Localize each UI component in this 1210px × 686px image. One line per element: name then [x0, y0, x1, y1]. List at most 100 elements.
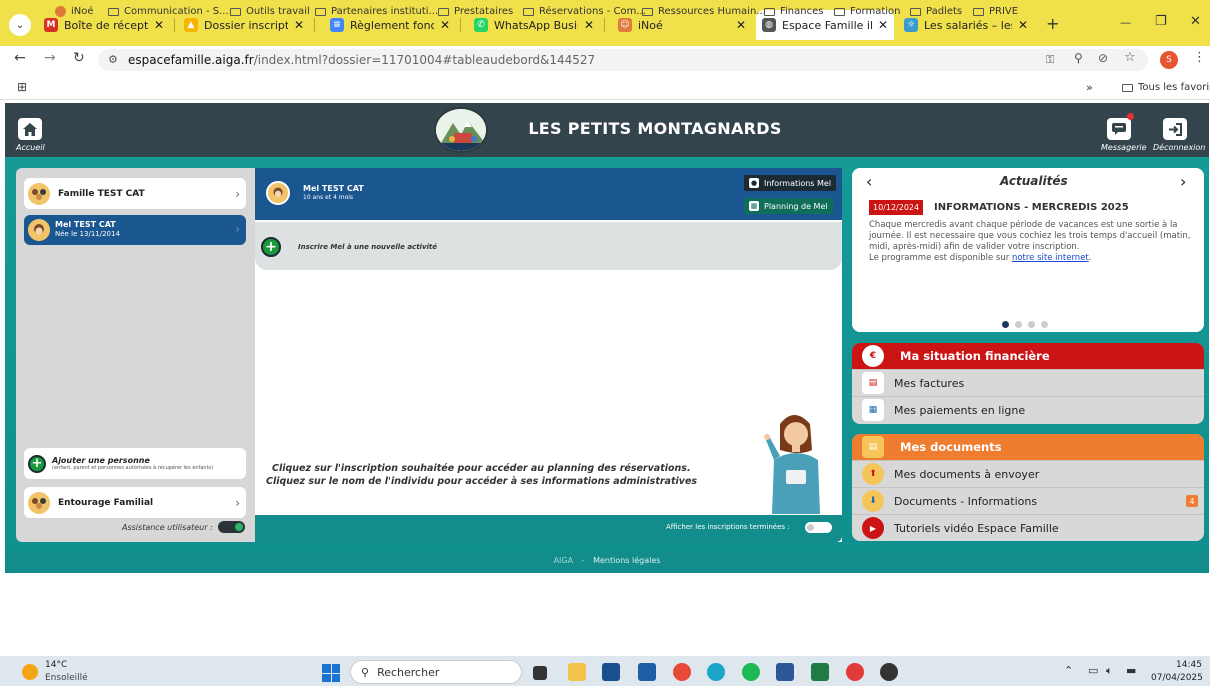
store-icon[interactable]: [602, 663, 620, 681]
profile-avatar[interactable]: S: [1160, 51, 1178, 69]
eye-off-icon[interactable]: ⊘: [1098, 51, 1108, 65]
add-person-subtitle: (enfant, parent et personnes autorisées …: [52, 465, 214, 471]
deconnexion-button[interactable]: [1163, 118, 1187, 140]
finance-header-label: Ma situation financière: [900, 349, 1050, 363]
back-icon[interactable]: ←: [14, 50, 26, 66]
informations-button[interactable]: ● Informations Mel: [744, 175, 837, 191]
spotify-icon[interactable]: [742, 663, 760, 681]
volume-icon[interactable]: 🔈︎: [1106, 664, 1113, 678]
forward-icon[interactable]: →: [44, 50, 56, 66]
site-info-icon[interactable]: ⚙: [108, 53, 118, 66]
bookmark-label: Partenaires instituti...: [331, 6, 439, 17]
calculator-app-icon[interactable]: [638, 663, 656, 681]
restore-button[interactable]: ❐: [1155, 14, 1167, 29]
invoice-icon: ▤: [862, 372, 884, 394]
footer-separator: -: [581, 556, 585, 565]
tab-label: WhatsApp Business: [494, 18, 578, 32]
browser-menu-icon[interactable]: ⋮: [1193, 50, 1206, 65]
messagerie-button[interactable]: [1107, 118, 1131, 140]
windows-start-icon[interactable]: [322, 664, 340, 682]
bookmark-item[interactable]: PRIVE: [973, 6, 1018, 17]
close-tab-icon[interactable]: ✕: [878, 18, 888, 32]
news-next-button[interactable]: ›: [1180, 172, 1186, 191]
bookmark-item[interactable]: Padlets: [910, 6, 962, 17]
carousel-dot[interactable]: [1015, 321, 1022, 328]
entourage-card[interactable]: Entourage Familial ›: [24, 487, 246, 518]
excel-icon[interactable]: [811, 663, 829, 681]
home-label: Accueil: [16, 143, 45, 152]
close-tab-icon[interactable]: ✕: [154, 18, 164, 32]
factures-row[interactable]: ▤ Mes factures: [852, 369, 1204, 396]
close-tab-icon[interactable]: ✕: [1018, 18, 1028, 32]
chatgpt-icon[interactable]: [880, 663, 898, 681]
carousel-dot[interactable]: [1041, 321, 1048, 328]
news-body-text: Chaque mercredis avant chaque période de…: [869, 220, 1191, 252]
folder-icon: [315, 7, 326, 16]
footer-aiga[interactable]: AIGA: [554, 556, 574, 565]
news-site-link[interactable]: notre site internet: [1012, 253, 1089, 263]
battery-icon[interactable]: ▬: [1126, 664, 1136, 677]
clock-time[interactable]: 14:45: [1176, 660, 1202, 670]
carousel-dot[interactable]: [1002, 321, 1009, 328]
weather-icon[interactable]: [22, 664, 38, 680]
add-activity-icon[interactable]: +: [261, 237, 281, 257]
file-explorer-icon[interactable]: [568, 663, 586, 681]
child-avatar-icon[interactable]: [266, 181, 290, 205]
home-button[interactable]: [18, 118, 42, 140]
all-favorites-folder[interactable]: Tous les favoris: [1122, 82, 1210, 93]
url-input[interactable]: ⚙ espacefamille.aiga.fr/index.html?dossi…: [98, 49, 1148, 71]
app-s-icon[interactable]: [846, 663, 864, 681]
chat-icon: [1112, 123, 1126, 135]
chrome-icon[interactable]: [673, 663, 691, 681]
task-view-icon[interactable]: [533, 666, 547, 680]
close-tab-icon[interactable]: ✕: [294, 18, 304, 32]
bookmark-item[interactable]: Prestataires: [438, 6, 513, 17]
close-tab-icon[interactable]: ✕: [584, 18, 594, 32]
apps-grid-icon[interactable]: ⊞: [17, 80, 27, 94]
clock-date[interactable]: 07/04/2025: [1151, 673, 1203, 683]
carousel-dot[interactable]: [1028, 321, 1035, 328]
canva-icon[interactable]: [707, 663, 725, 681]
close-tab-icon[interactable]: ✕: [440, 18, 450, 32]
bookmark-item[interactable]: Communication - S...: [108, 6, 229, 17]
add-person-card[interactable]: + Ajouter une personne (enfant, parent e…: [24, 448, 246, 479]
bookmark-item[interactable]: Formation: [834, 6, 900, 17]
child-name[interactable]: Mel TEST CAT: [303, 184, 364, 193]
bookmark-item[interactable]: Outils travail: [230, 6, 310, 17]
planning-button[interactable]: ▦ Planning de Mel: [744, 198, 833, 214]
minimize-button[interactable]: —: [1120, 16, 1131, 29]
close-tab-icon[interactable]: ✕: [736, 18, 746, 32]
bookmark-item[interactable]: Finances: [764, 6, 823, 17]
news-prev-button[interactable]: ‹: [866, 172, 872, 191]
bookmark-item[interactable]: Ressources Humain...: [642, 6, 766, 17]
bookmark-item[interactable]: Partenaires instituti...: [315, 6, 438, 17]
informations-label: Informations Mel: [764, 178, 832, 188]
docs-info-row[interactable]: ⬇ Documents - Informations 4: [852, 487, 1204, 514]
person-card-selected[interactable]: Mel TEST CAT Née le 13/11/2014 ›: [24, 215, 246, 245]
news-date-badge: 10/12/2024: [869, 200, 924, 215]
bookmark-item[interactable]: iNoé: [55, 6, 94, 17]
paiements-row[interactable]: ▦ Mes paiements en ligne: [852, 396, 1204, 423]
network-icon[interactable]: ▭: [1088, 664, 1098, 677]
assistance-toggle[interactable]: [218, 521, 245, 533]
bookmarks-more-button[interactable]: »: [1086, 81, 1093, 94]
toggle-knob: [807, 524, 814, 531]
word-icon[interactable]: [776, 663, 794, 681]
docs-to-send-row[interactable]: ⬆ Mes documents à envoyer: [852, 460, 1204, 487]
bookmark-item[interactable]: Réservations - Com...: [523, 6, 646, 17]
password-key-icon[interactable]: ⚿: [1046, 53, 1054, 67]
show-finished-toggle[interactable]: [805, 522, 832, 533]
reload-icon[interactable]: ↻: [73, 50, 85, 66]
new-tab-button[interactable]: +: [1046, 14, 1059, 33]
help-text-2: Cliquez sur le nom de l'individu pour ac…: [266, 476, 698, 487]
famille-card[interactable]: Famille TEST CAT ›: [24, 178, 246, 209]
close-window-button[interactable]: ✕: [1190, 14, 1201, 29]
mentions-legales-link[interactable]: Mentions légales: [593, 556, 660, 565]
bookmark-star-icon[interactable]: ☆: [1124, 50, 1136, 65]
tutorials-row[interactable]: ▶ Tutoriels vidéo Espace Famille: [852, 514, 1204, 541]
taskbar-search-input[interactable]: ⚲ Rechercher: [350, 660, 522, 684]
tray-expand-icon[interactable]: ⌃: [1064, 664, 1073, 677]
zoom-icon[interactable]: ⚲: [1074, 51, 1083, 65]
tab-search-button[interactable]: ⌄: [9, 14, 31, 36]
upload-doc-icon: ⬆: [862, 463, 884, 485]
